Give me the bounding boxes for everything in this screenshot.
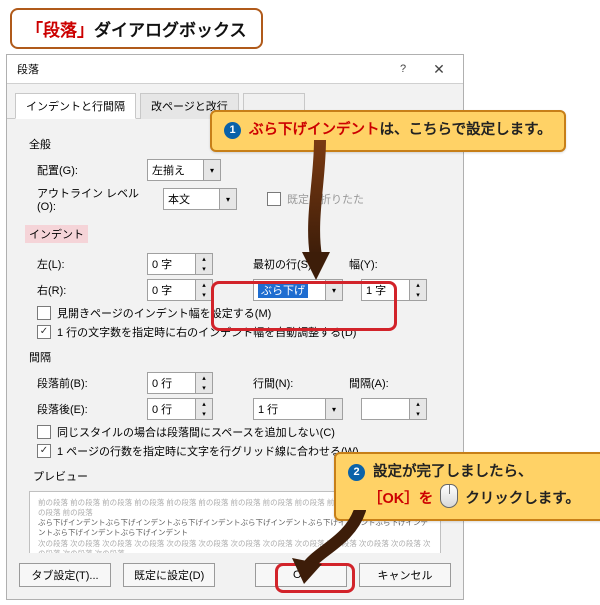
title-callout-suffix: ダイアログボックス bbox=[94, 21, 247, 40]
callout-1: 1 ぶら下げインデントは、こちらで設定します。 bbox=[210, 110, 566, 152]
callout-2: 2 設定が完了しましたら、 ［OK］を クリックします。 bbox=[334, 452, 600, 521]
callout-2-click: クリック bbox=[465, 491, 523, 507]
autoadj-checkbox[interactable]: ✓ bbox=[37, 325, 51, 339]
default-button[interactable]: 既定に設定(D) bbox=[123, 563, 215, 587]
outline-label: アウトライン レベル(O): bbox=[19, 185, 157, 213]
collapsed-checkbox[interactable] bbox=[267, 192, 281, 206]
space-before-label: 段落前(B): bbox=[19, 375, 141, 391]
align-combo[interactable]: 左揃え ▾ bbox=[147, 159, 221, 181]
align-label: 配置(G): bbox=[19, 162, 141, 178]
indent-width-label: 幅(Y): bbox=[349, 256, 378, 272]
group-spacing-label: 間隔 bbox=[25, 348, 451, 366]
preview-next: 次の段落 次の段落 次の段落 次の段落 次の段落 次の段落 次の段落 次の段落 … bbox=[38, 539, 432, 554]
mouse-icon bbox=[440, 484, 458, 508]
samestyle-checkbox[interactable] bbox=[37, 425, 51, 439]
outline-combo[interactable]: 本文 ▾ bbox=[163, 188, 237, 210]
spacing-gap-label: 間隔(A): bbox=[349, 375, 389, 391]
button-row: タブ設定(T)... 既定に設定(D) OK キャンセル bbox=[7, 553, 463, 599]
first-line-value: ぶら下げ bbox=[258, 282, 308, 298]
quote-close: 」 bbox=[77, 21, 94, 40]
indent-left-label: 左(L): bbox=[19, 256, 141, 272]
callout-2-bracket-close: ］を bbox=[404, 491, 433, 507]
line-spacing-combo[interactable]: 1 行 ▾ bbox=[253, 398, 343, 420]
dialog-title: 段落 bbox=[17, 61, 385, 77]
title-callout-box: 「段落」ダイアログボックス bbox=[10, 8, 263, 49]
callout-1-keyword: ぶら下げインデント bbox=[249, 122, 380, 138]
samestyle-label: 同じスタイルの場合は段落間にスペースを追加しない(C) bbox=[57, 424, 335, 440]
chevron-down-icon: ▾ bbox=[325, 399, 342, 419]
tab-indent-spacing[interactable]: インデントと行間隔 bbox=[15, 93, 136, 119]
grid-label: 1 ページの行数を指定時に文字を行グリッド線に合わせる(W) bbox=[57, 443, 359, 459]
chevron-down-icon: ▾ bbox=[219, 189, 236, 209]
ok-button[interactable]: OK bbox=[255, 563, 347, 587]
outline-value: 本文 bbox=[168, 191, 190, 207]
callout-2-number: 2 bbox=[348, 464, 365, 481]
indent-width-spinner[interactable]: 1 字 ▴▾ bbox=[361, 279, 427, 301]
indent-right-label: 右(R): bbox=[19, 282, 141, 298]
preview-body: ぶら下げインデントぶら下げインデントぶら下げインデントぶら下げインデントぶら下げ… bbox=[38, 518, 432, 538]
mirror-label: 見開きページのインデント幅を設定する(M) bbox=[57, 305, 271, 321]
indent-left-spinner[interactable]: 0 字 ▴▾ bbox=[147, 253, 213, 275]
grid-checkbox[interactable]: ✓ bbox=[37, 444, 51, 458]
autoadj-label: 1 行の文字数を指定時に右のインデント幅を自動調整する(D) bbox=[57, 324, 356, 340]
help-button[interactable]: ? bbox=[385, 58, 421, 80]
first-line-label: 最初の行(S): bbox=[253, 256, 323, 272]
mirror-checkbox[interactable] bbox=[37, 306, 51, 320]
first-line-combo[interactable]: ぶら下げ ▾ bbox=[253, 279, 343, 301]
collapsed-label: 既定で折りたた bbox=[287, 191, 364, 207]
group-indent-label: インデント bbox=[25, 225, 88, 243]
cancel-button[interactable]: キャンセル bbox=[359, 563, 451, 587]
space-before-spinner[interactable]: 0 行 ▴▾ bbox=[147, 372, 213, 394]
callout-2-end: します。 bbox=[523, 491, 580, 507]
space-after-spinner[interactable]: 0 行 ▴▾ bbox=[147, 398, 213, 420]
callout-2-bracket-open: ［ bbox=[368, 491, 383, 507]
callout-1-rest: は、こちらで設定します。 bbox=[380, 122, 552, 138]
chevron-down-icon: ▾ bbox=[203, 160, 220, 180]
line-spacing-label: 行間(N): bbox=[253, 375, 323, 391]
tabset-button[interactable]: タブ設定(T)... bbox=[19, 563, 111, 587]
close-button[interactable]: ✕ bbox=[421, 58, 457, 80]
align-value: 左揃え bbox=[152, 162, 185, 178]
quote-open: 「 bbox=[26, 21, 43, 40]
titlebar: 段落 ? ✕ bbox=[7, 55, 463, 84]
space-after-label: 段落後(E): bbox=[19, 401, 141, 417]
chevron-down-icon: ▾ bbox=[325, 280, 342, 300]
callout-1-number: 1 bbox=[224, 122, 241, 139]
callout-2-line1: 設定が完了しましたら、 bbox=[373, 464, 533, 480]
callout-2-ok: OK bbox=[383, 491, 405, 507]
indent-right-spinner[interactable]: 0 字 ▴▾ bbox=[147, 279, 213, 301]
spacing-gap-spinner[interactable]: ▴▾ bbox=[361, 398, 427, 420]
title-callout-name: 段落 bbox=[43, 21, 77, 40]
